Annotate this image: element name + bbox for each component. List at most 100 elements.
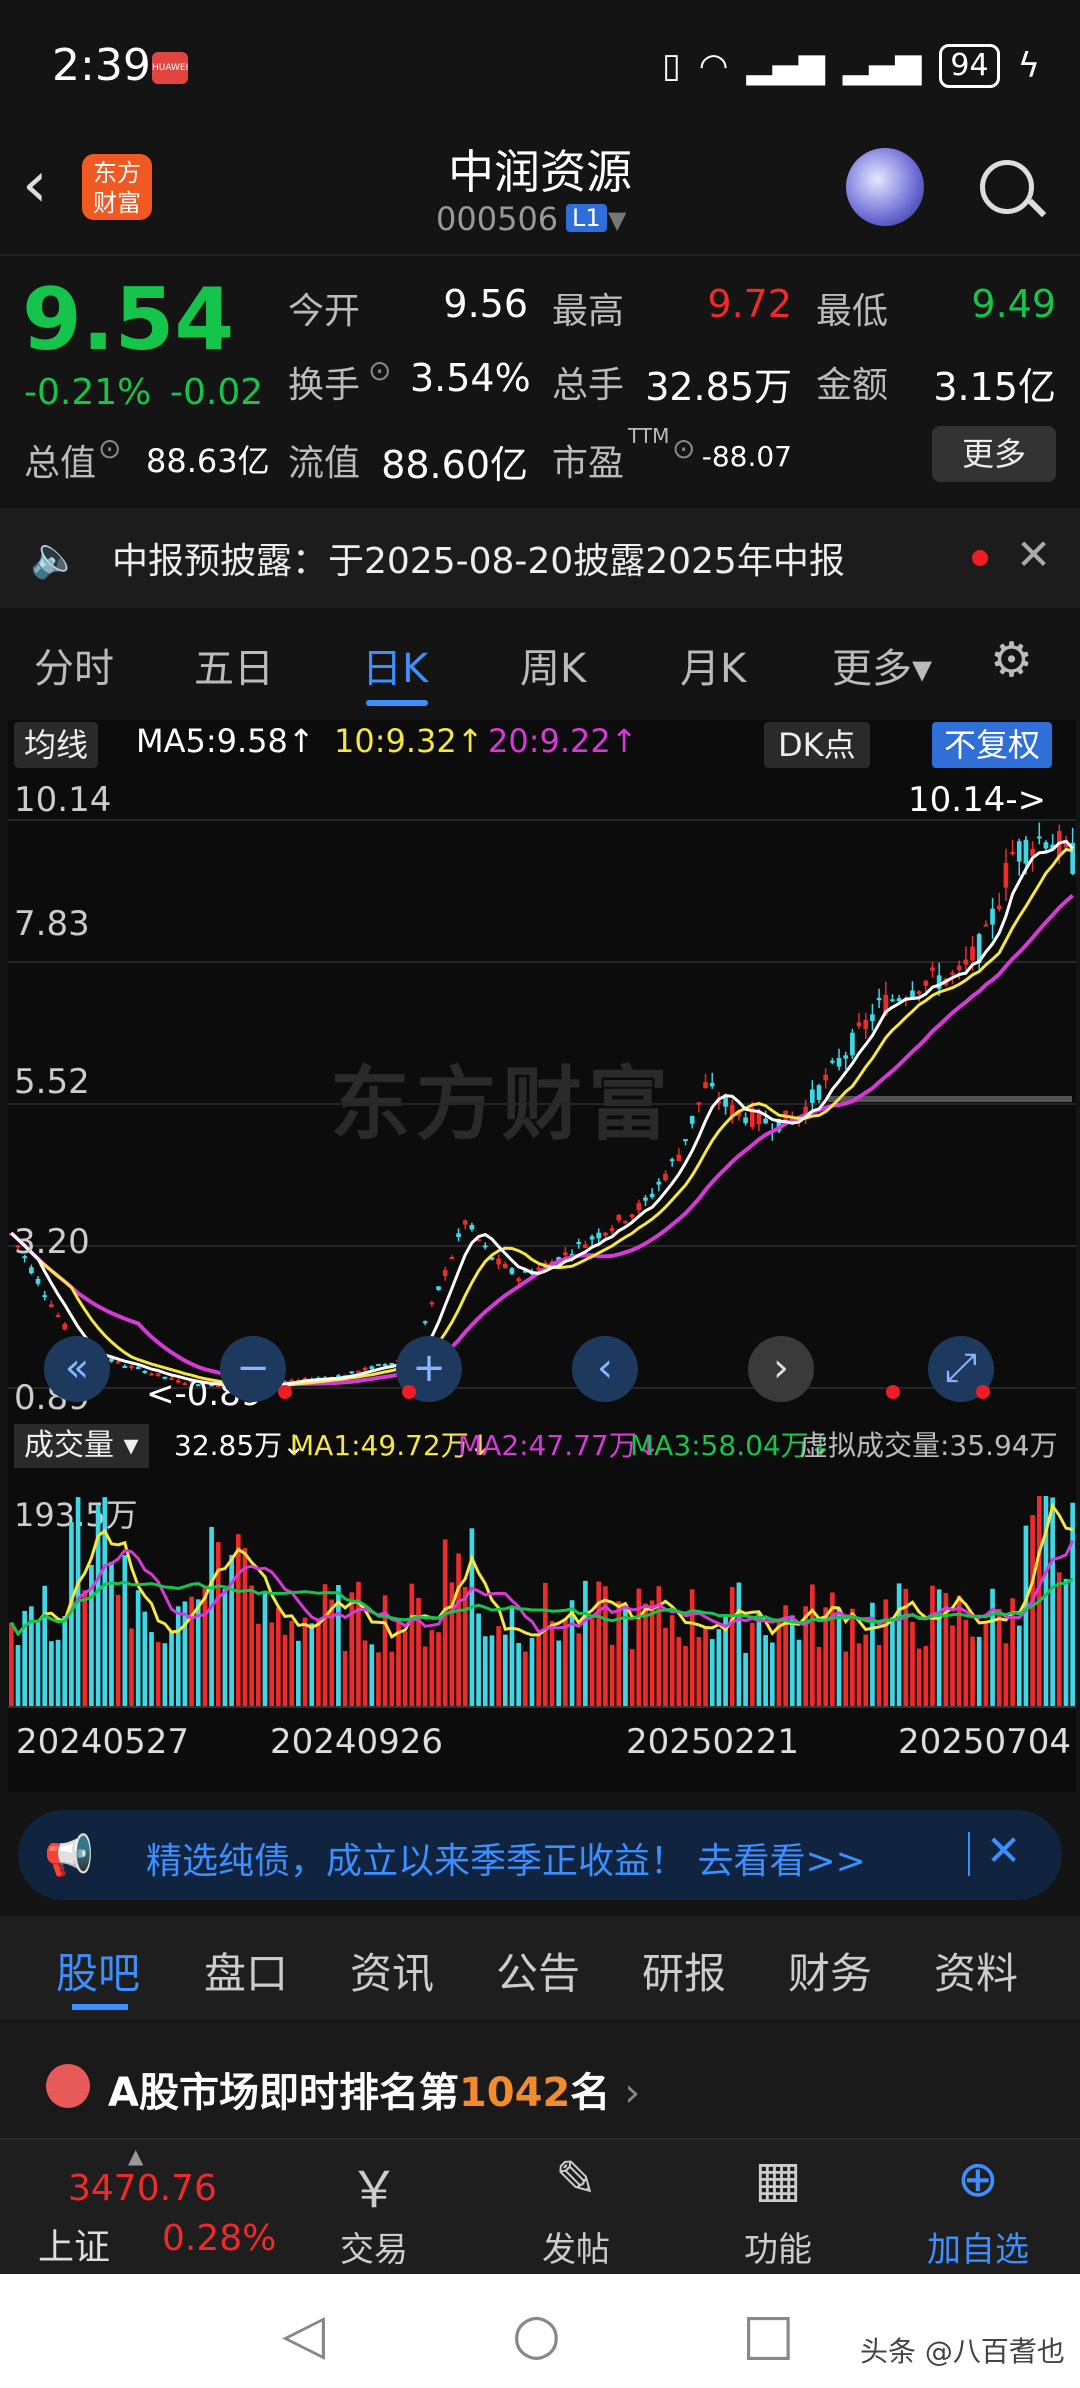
tab-intraday[interactable]: 分时	[34, 636, 114, 694]
scroll-left-icon[interactable]: «	[44, 1336, 110, 1402]
volume-bar	[890, 1617, 895, 1706]
more-button[interactable]: 更多	[932, 426, 1056, 482]
candle-body	[603, 1232, 608, 1236]
candle-body	[629, 1214, 635, 1218]
tab-more[interactable]: 更多▾	[832, 636, 932, 694]
rank-text[interactable]: A股市场即时排名第1042名 ›	[108, 2060, 640, 2118]
volume-bar	[1023, 1525, 1029, 1706]
volume-bar	[609, 1644, 615, 1706]
volume-bar	[589, 1618, 595, 1706]
candle-body	[850, 1032, 855, 1056]
tab-forum[interactable]: 股吧	[56, 1940, 140, 2001]
volume-bar	[202, 1585, 208, 1706]
candle-body	[35, 1278, 41, 1284]
tab-finance[interactable]: 财务	[788, 1940, 872, 2001]
post-icon[interactable]: ✎	[516, 2150, 636, 2208]
volume-bar	[749, 1622, 755, 1706]
candle-body	[669, 1159, 675, 1162]
volume-bar	[276, 1607, 281, 1706]
volume-bar	[389, 1651, 395, 1706]
info-icon[interactable]: ⊙	[672, 432, 695, 465]
volume-bar	[729, 1586, 735, 1706]
adjust-button[interactable]: 不复权	[932, 722, 1053, 768]
candle-body	[983, 924, 989, 927]
nav-home-icon[interactable]: ○	[512, 2302, 561, 2367]
close-icon[interactable]: ✕	[986, 1826, 1021, 1875]
volume-bar	[149, 1632, 154, 1706]
trade-icon[interactable]: ￥	[314, 2150, 434, 2222]
info-icon[interactable]: ⊙	[98, 432, 121, 465]
tab-monthly-k[interactable]: 月K	[680, 636, 746, 694]
volume-bar	[169, 1631, 174, 1706]
tab-weekly-k[interactable]: 周K	[520, 636, 586, 694]
volume-bar	[689, 1589, 695, 1706]
mktcap-value: 88.63亿	[146, 442, 270, 480]
add-watchlist-icon[interactable]: ⊕	[918, 2150, 1038, 2208]
tab-news[interactable]: 资讯	[350, 1940, 434, 2001]
promo-text[interactable]: 精选纯债，成立以来季季正收益！ 去看看>>	[146, 1832, 866, 1884]
expand-up-icon[interactable]: ▲	[128, 2144, 143, 2168]
dk-point-button[interactable]: DK点	[764, 722, 870, 768]
battery-icon: 94	[939, 44, 1000, 88]
level-badge[interactable]: L1	[566, 204, 607, 232]
next-icon[interactable]: ›	[748, 1336, 814, 1402]
robot-assistant-icon[interactable]	[846, 148, 924, 226]
volume-bar	[309, 1623, 315, 1706]
mktcap-label: 总值	[24, 443, 97, 484]
tab-orderbook[interactable]: 盘口	[204, 1940, 288, 2001]
volume-bar	[763, 1635, 768, 1706]
tab-daily-k[interactable]: 日K	[362, 636, 428, 694]
functions-icon[interactable]: ▦	[718, 2150, 838, 2208]
candle-body	[1016, 841, 1022, 862]
candle-body	[436, 1286, 441, 1290]
candle-body	[442, 1269, 448, 1276]
index-name[interactable]: 上证	[38, 2218, 110, 2270]
candle-body	[689, 1115, 695, 1124]
close-icon[interactable]: ✕	[1016, 530, 1051, 579]
nav-recents-icon[interactable]: □	[742, 2302, 795, 2367]
candle-body	[743, 1117, 748, 1124]
volume-label: 总手	[552, 365, 625, 406]
tab-profile[interactable]: 资料	[934, 1940, 1018, 2001]
chevron-down-icon[interactable]: ▼	[608, 206, 626, 234]
tab-announcements[interactable]: 公告	[496, 1940, 580, 2001]
volume-bar	[843, 1651, 849, 1706]
candle-body	[970, 946, 975, 961]
candle-body	[923, 980, 929, 986]
volume-bar	[536, 1633, 541, 1706]
post-button[interactable]: 发帖	[516, 2222, 636, 2271]
volume-bar	[529, 1637, 535, 1706]
volume-bar	[409, 1583, 415, 1706]
megaphone-icon: 📢	[44, 1833, 94, 1879]
notice-text[interactable]: 中报预披露：于2025-08-20披露2025年中报	[112, 532, 845, 584]
volume-bar	[983, 1622, 989, 1706]
prev-icon[interactable]: ‹	[572, 1336, 638, 1402]
zoom-out-icon[interactable]: −	[220, 1336, 286, 1402]
tab-five-day[interactable]: 五日	[194, 636, 274, 694]
nav-back-icon[interactable]: ◁	[282, 2302, 325, 2367]
volume-indicator-button[interactable]: 成交量 ▾	[14, 1424, 149, 1468]
ma-selector-button[interactable]: 均线	[14, 722, 99, 768]
volume-bar	[756, 1613, 762, 1706]
volume-bar	[636, 1588, 642, 1706]
volume-bar	[963, 1619, 969, 1706]
index-percent[interactable]: 0.28%	[162, 2218, 276, 2259]
candle-body	[142, 1370, 148, 1374]
add-watchlist-button[interactable]: 加自选	[918, 2222, 1038, 2271]
volume-bar	[736, 1582, 742, 1706]
search-icon[interactable]	[980, 160, 1034, 214]
volume-bar	[883, 1599, 889, 1706]
candle-body	[709, 1082, 715, 1087]
functions-button[interactable]: 功能	[718, 2222, 838, 2271]
candle-body	[29, 1267, 34, 1274]
info-icon[interactable]: ⊙	[368, 354, 391, 387]
volume-bar	[442, 1539, 448, 1706]
volume-bar	[816, 1646, 822, 1706]
volume-bar	[596, 1581, 602, 1706]
gear-icon[interactable]: ⚙	[990, 632, 1033, 688]
candle-body	[429, 1302, 435, 1305]
trade-button[interactable]: 交易	[314, 2222, 434, 2271]
index-value[interactable]: 3470.76	[68, 2168, 217, 2209]
tab-research[interactable]: 研报	[642, 1940, 726, 2001]
volume-bar	[836, 1609, 842, 1706]
